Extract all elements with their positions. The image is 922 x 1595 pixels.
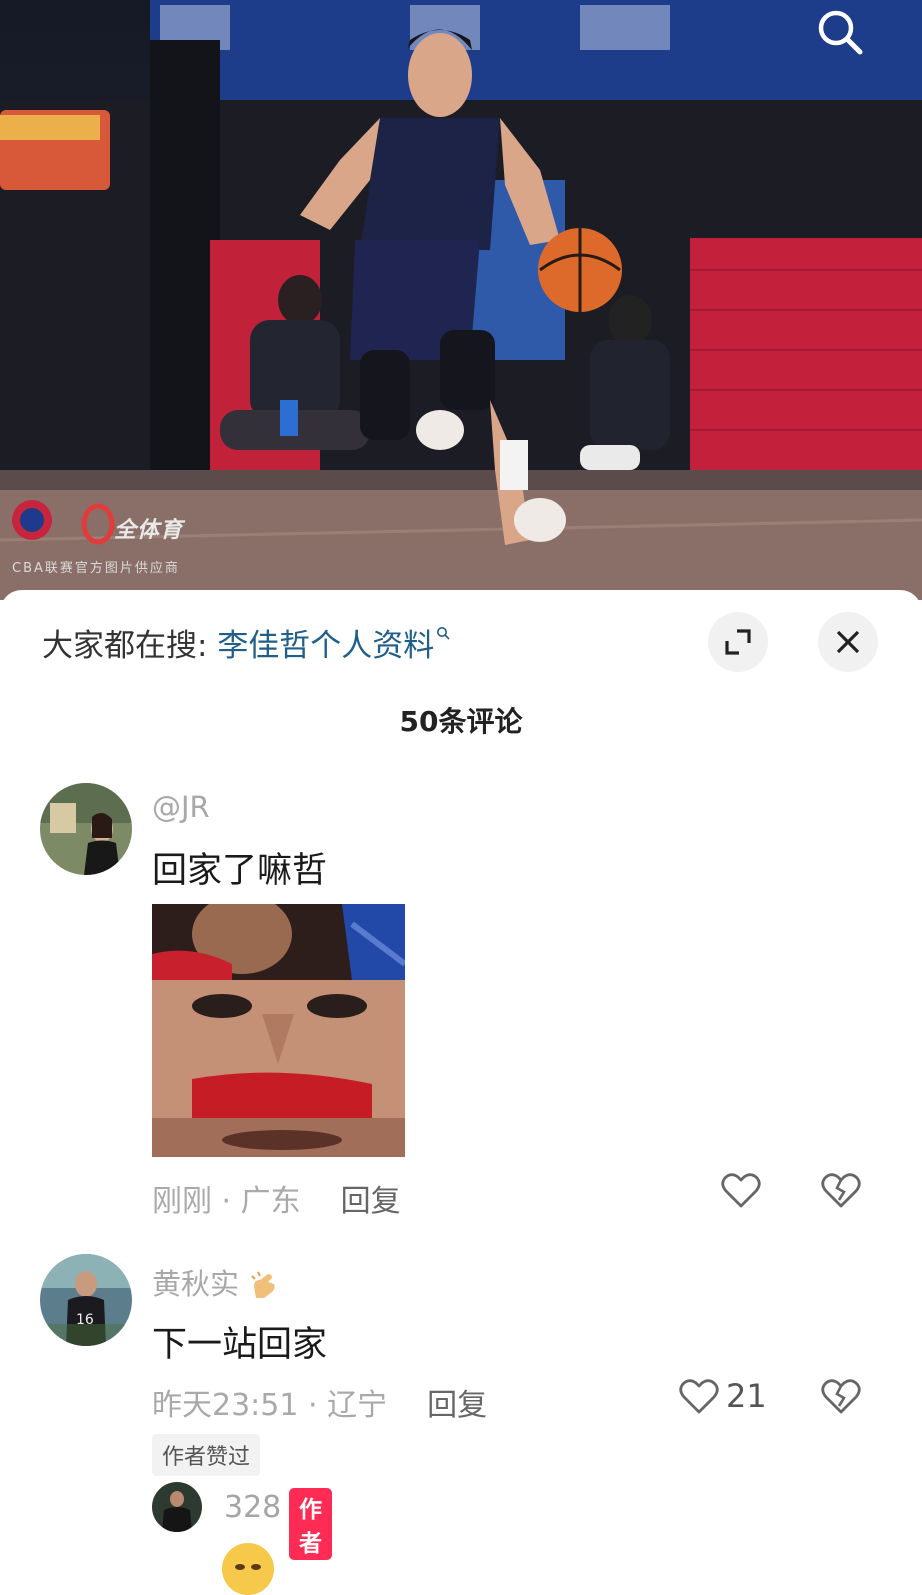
like-count: 21 xyxy=(726,1377,767,1415)
emoji-icon xyxy=(222,1543,274,1595)
hot-search-keyword[interactable]: 李佳哲个人资料 xyxy=(217,628,434,664)
hot-search-suggestion[interactable]: 大家都在搜: 李佳哲个人资料 xyxy=(42,620,450,665)
broken-heart-icon xyxy=(821,1173,861,1208)
author-badge: 作者 xyxy=(289,1488,332,1560)
comment-text: 回家了嘛哲 xyxy=(152,851,328,891)
expand-icon xyxy=(725,629,751,655)
search-icon xyxy=(437,627,450,640)
avatar[interactable] xyxy=(40,783,132,875)
comment-sheet: 大家都在搜: 李佳哲个人资料 50条评论 @JR 回家了嘛哲 刚刚 · 广东 回… xyxy=(0,590,922,1595)
dislike-button[interactable] xyxy=(820,1376,862,1420)
expand-button[interactable] xyxy=(708,612,768,672)
hot-search-prefix: 大家都在搜: xyxy=(42,628,208,664)
comment-image[interactable] xyxy=(152,904,405,1157)
avatar[interactable] xyxy=(152,1482,202,1532)
author-liked-badge: 作者赞过 xyxy=(152,1434,261,1476)
comment-time-location: 昨天23:51 · 辽宁 xyxy=(152,1388,388,1423)
comment-meta: 刚刚 · 广东 回复 xyxy=(152,1176,401,1220)
comment-username[interactable]: @JR xyxy=(152,790,210,824)
reply-button[interactable]: 回复 xyxy=(341,1184,401,1219)
comment-count: 50条评论 xyxy=(399,705,523,738)
heart-icon xyxy=(721,1173,761,1208)
comment-username[interactable]: 黄秋实 xyxy=(152,1261,280,1303)
broken-heart-icon xyxy=(821,1379,861,1414)
dislike-button[interactable] xyxy=(820,1170,862,1214)
comment-meta: 昨天23:51 · 辽宁 回复 xyxy=(152,1380,487,1424)
reply-button[interactable]: 回复 xyxy=(427,1388,487,1423)
clap-icon xyxy=(251,1271,275,1298)
basketball-photo xyxy=(0,0,922,600)
search-icon[interactable] xyxy=(814,6,866,58)
avatar[interactable]: 16 xyxy=(40,1254,132,1346)
watermark-caption: CBA联赛官方图片供应商 xyxy=(12,561,180,576)
watermark-brand: 全体育 xyxy=(114,518,184,543)
like-button[interactable] xyxy=(720,1170,762,1210)
close-icon xyxy=(836,630,860,654)
comment-text: 下一站回家 xyxy=(152,1325,328,1365)
close-button[interactable] xyxy=(818,612,878,672)
like-button[interactable]: 21 xyxy=(678,1376,767,1416)
reply-username[interactable]: 328 xyxy=(224,1490,281,1525)
comment-time-location: 刚刚 · 广东 xyxy=(152,1184,301,1219)
username-text: 黄秋实 xyxy=(152,1267,240,1301)
heart-icon xyxy=(679,1379,719,1414)
post-photo[interactable]: 全体育 CBA联赛官方图片供应商 xyxy=(0,0,922,600)
